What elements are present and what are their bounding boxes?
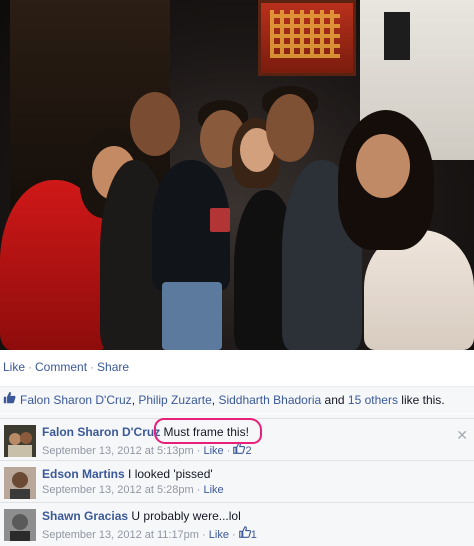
photo-bg-lamp-grid (270, 10, 340, 58)
comment-text: I looked 'pissed' (128, 467, 213, 481)
photo-person-3-jeans (162, 282, 222, 350)
comment-item: Shawn Gracias U probably were...lol Sept… (0, 502, 474, 544)
likes-others-link[interactable]: 15 others (348, 393, 398, 407)
comment-like-count[interactable]: 1 (251, 529, 257, 541)
likes-summary: Falon Sharon D'Cruz, Philip Zuzarte, Sid… (0, 386, 474, 413)
avatar[interactable] (4, 425, 36, 457)
comment-meta: September 13, 2012 at 5:28pm · Like (42, 484, 224, 496)
comment-body: Shawn Gracias U probably were...lol Sept… (42, 509, 257, 541)
comments-list: Falon Sharon D'Cruz Must frame this! Sep… (0, 414, 474, 546)
comment-author-link[interactable]: Falon Sharon D'Cruz (42, 425, 160, 439)
photo-person-6-head (356, 134, 410, 198)
photo-cup (210, 208, 230, 232)
liker-link[interactable]: Siddharth Bhadoria (218, 393, 321, 407)
comment-like-link[interactable]: Like (203, 445, 223, 457)
comment-timestamp[interactable]: September 13, 2012 at 5:13pm (42, 445, 194, 457)
comment-link[interactable]: Comment (35, 360, 87, 374)
thumbs-up-icon (238, 526, 251, 541)
comment-meta: September 13, 2012 at 11:17pm · Like · 1 (42, 526, 257, 541)
comment-like-link[interactable]: Like (209, 529, 229, 541)
action-separator: · (28, 360, 33, 374)
comment-text: Must frame this! (163, 425, 249, 439)
comment-body: Falon Sharon D'Cruz Must frame this! Sep… (42, 425, 252, 457)
comment-author-link[interactable]: Shawn Gracias (42, 509, 128, 523)
meta-separator: · (202, 529, 206, 541)
comment-timestamp[interactable]: September 13, 2012 at 11:17pm (42, 529, 199, 541)
likes-comma: , (211, 393, 216, 407)
comment-like-count[interactable]: 2 (245, 445, 251, 457)
avatar[interactable] (4, 509, 36, 541)
likes-and-text: and (324, 393, 345, 407)
liker-link[interactable]: Falon Sharon D'Cruz (20, 393, 132, 407)
share-link[interactable]: Share (97, 360, 129, 374)
post-photo[interactable] (0, 0, 474, 350)
comment-text: U probably were...lol (131, 509, 241, 523)
meta-separator: · (232, 529, 236, 541)
avatar[interactable] (4, 467, 36, 499)
thumbs-up-icon (233, 442, 246, 457)
photo-person-5-head (266, 94, 314, 162)
meta-separator: · (196, 445, 201, 457)
close-icon[interactable]: ✕ (456, 427, 468, 444)
comment-item: Edson Martins I looked 'pissed' Septembe… (0, 460, 474, 502)
photo-bg-speaker (384, 12, 410, 60)
thumbs-up-icon (3, 387, 16, 414)
comment-author-link[interactable]: Edson Martins (42, 467, 125, 481)
likes-suffix-text: like this. (401, 393, 445, 407)
action-separator: · (90, 360, 95, 374)
comment-body: Edson Martins I looked 'pissed' Septembe… (42, 467, 224, 496)
comment-timestamp[interactable]: September 13, 2012 at 5:28pm (42, 484, 194, 496)
likes-comma: , (131, 393, 136, 407)
meta-separator: · (226, 445, 231, 457)
liker-link[interactable]: Philip Zuzarte (138, 393, 211, 407)
comment-like-link[interactable]: Like (203, 484, 223, 496)
like-link[interactable]: Like (3, 360, 25, 374)
comment-item: Falon Sharon D'Cruz Must frame this! Sep… (0, 418, 474, 460)
meta-separator: · (196, 484, 201, 496)
post-actions: Like · Comment · Share (0, 350, 474, 384)
comment-meta: September 13, 2012 at 5:13pm · Like · 2 (42, 442, 252, 457)
photo-person-2-head (130, 92, 180, 156)
